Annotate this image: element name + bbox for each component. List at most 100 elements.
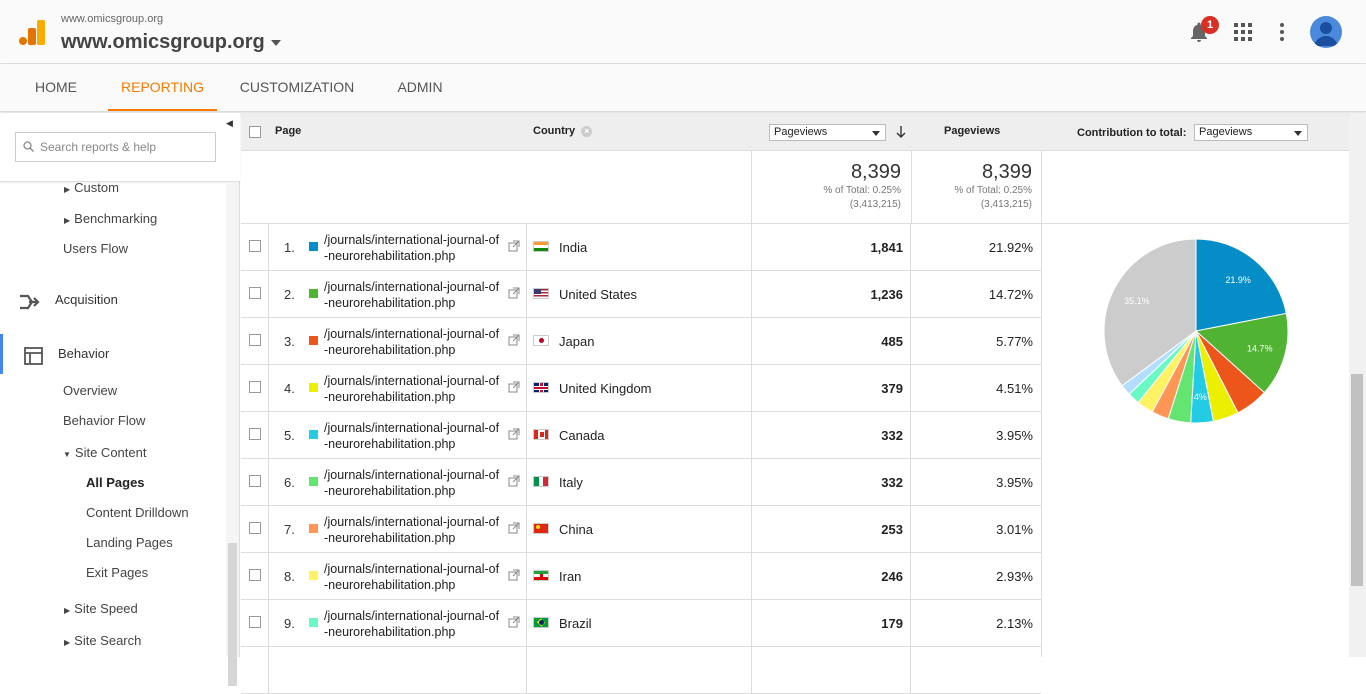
page-link[interactable]: /journals/international-journal-of -neuro… — [324, 279, 499, 311]
contribution-select[interactable]: Pageviews — [1194, 124, 1308, 141]
page-link[interactable]: /journals/international-journal-of -neuro… — [324, 608, 499, 640]
sidebar-item-behavior-flow[interactable]: Behavior Flow — [63, 413, 145, 428]
open-external-icon[interactable] — [508, 475, 520, 487]
column-divider — [751, 600, 752, 646]
column-divider — [268, 318, 269, 364]
pageviews-value: 332 — [881, 428, 903, 443]
search-input[interactable] — [40, 138, 210, 156]
country-link[interactable]: Brazil — [559, 616, 592, 631]
page-link[interactable]: /journals/international-journal-of -neuro… — [324, 326, 499, 358]
tab-home[interactable]: HOME — [20, 64, 92, 111]
column-divider — [526, 600, 527, 646]
property-selector[interactable]: www.omicsgroup.org — [61, 31, 281, 54]
table-row: 5. /journals/international-journal-of -neu… — [241, 412, 1041, 459]
row-checkbox[interactable] — [249, 287, 261, 299]
select-all-checkbox[interactable] — [249, 126, 261, 138]
country-link[interactable]: Iran — [559, 569, 581, 584]
triangle-right-icon: ▶ — [64, 216, 71, 225]
caret-down-icon — [270, 39, 281, 46]
main-nav: HOME REPORTING CUSTOMIZATION ADMIN — [0, 64, 1366, 112]
page-link[interactable]: /journals/international-journal-of -neuro… — [324, 467, 499, 499]
open-external-icon[interactable] — [508, 428, 520, 440]
country-link[interactable]: Japan — [559, 334, 594, 349]
column-page[interactable]: Page — [275, 125, 301, 137]
pie-slice-label: 21.9% — [1225, 275, 1251, 285]
row-checkbox[interactable] — [249, 475, 261, 487]
tab-reporting[interactable]: REPORTING — [108, 64, 217, 111]
open-external-icon[interactable] — [508, 240, 520, 252]
row-checkbox[interactable] — [249, 334, 261, 346]
notification-badge: 1 — [1201, 16, 1219, 34]
tab-admin[interactable]: ADMIN — [384, 64, 456, 111]
column-divider — [268, 224, 269, 270]
sidebar-item-exit-pages[interactable]: Exit Pages — [86, 565, 148, 580]
country-link[interactable]: United Kingdom — [559, 381, 652, 396]
table-row: 8. /journals/international-journal-of -neu… — [241, 553, 1041, 600]
country-link[interactable]: China — [559, 522, 593, 537]
sidebar-item-benchmarking[interactable]: ▶ Benchmarking — [64, 211, 157, 226]
sidebar-item-site-search[interactable]: ▶ Site Search — [64, 633, 141, 648]
column-divider — [526, 506, 527, 552]
page-link[interactable]: /journals/international-journal-of -neuro… — [324, 514, 499, 546]
page-link[interactable]: /journals/international-journal-of -neuro… — [324, 232, 499, 264]
page-link[interactable]: /journals/international-journal-of -neuro… — [324, 561, 499, 593]
account-avatar-icon[interactable] — [1310, 16, 1342, 48]
country-link[interactable]: India — [559, 240, 587, 255]
sidebar-item-content-drilldown[interactable]: Content Drilldown — [86, 505, 189, 520]
column-divider — [910, 647, 911, 693]
row-checkbox[interactable] — [249, 616, 261, 628]
column-divider — [268, 412, 269, 458]
pie-slice-label: 14.7% — [1247, 344, 1273, 354]
main-scrollbar-thumb[interactable] — [1351, 374, 1363, 586]
page-link[interactable]: /journals/international-journal-of -neuro… — [324, 373, 499, 405]
open-external-icon[interactable] — [508, 287, 520, 299]
sidebar-item-custom[interactable]: ▶ Custom — [64, 180, 119, 195]
contribution-percent: 21.92% — [988, 240, 1033, 255]
open-external-icon[interactable] — [508, 522, 520, 534]
country-link[interactable]: United States — [559, 287, 637, 302]
sidebar-item-all-pages[interactable]: All Pages — [86, 475, 145, 490]
open-external-icon[interactable] — [508, 569, 520, 581]
row-checkbox[interactable] — [249, 569, 261, 581]
pageviews-value: 179 — [881, 616, 903, 631]
remove-dimension-icon[interactable]: × — [581, 126, 593, 137]
analytics-logo-icon[interactable] — [18, 18, 46, 46]
sidebar-item-overview[interactable]: Overview — [63, 383, 117, 398]
row-checkbox[interactable] — [249, 240, 261, 252]
row-checkbox[interactable] — [249, 381, 261, 393]
table-row: 9. /journals/international-journal-of -neu… — [241, 600, 1041, 647]
row-checkbox[interactable] — [249, 428, 261, 440]
sidebar-item-site-speed[interactable]: ▶ Site Speed — [64, 601, 138, 616]
row-index: 2. — [284, 287, 295, 302]
sidebar-item-users-flow[interactable]: Users Flow — [63, 241, 128, 256]
column-divider — [526, 271, 527, 317]
country-link[interactable]: Canada — [559, 428, 605, 443]
open-external-icon[interactable] — [508, 616, 520, 628]
sidebar-scrollbar-thumb[interactable] — [228, 543, 237, 686]
sidebar-item-landing-pages[interactable]: Landing Pages — [86, 535, 173, 550]
collapse-sidebar-icon[interactable]: ◀ — [226, 118, 238, 130]
row-index: 1. — [284, 240, 295, 255]
row-checkbox[interactable] — [249, 522, 261, 534]
more-vert-icon[interactable] — [1270, 20, 1294, 44]
column-divider — [751, 318, 752, 364]
search-box[interactable] — [15, 132, 216, 162]
open-external-icon[interactable] — [508, 381, 520, 393]
apps-grid-icon[interactable] — [1231, 20, 1255, 44]
country-flag-icon — [533, 523, 549, 534]
sort-arrow-down-icon[interactable] — [896, 125, 906, 139]
column-pageviews[interactable]: Pageviews — [944, 125, 1000, 137]
metric-select[interactable]: Pageviews — [769, 124, 886, 141]
tab-customization[interactable]: CUSTOMIZATION — [232, 64, 362, 111]
row-color-swatch — [309, 571, 318, 580]
sidebar-item-site-content[interactable]: ▼ Site Content — [63, 445, 146, 460]
sidebar-section-behavior[interactable]: Behavior — [0, 334, 226, 374]
country-link[interactable]: Italy — [559, 475, 583, 490]
contribution-percent: 4.51% — [996, 381, 1033, 396]
column-country[interactable]: Country × — [533, 125, 593, 137]
column-divider — [751, 647, 752, 693]
sidebar-section-acquisition[interactable]: Acquisition — [0, 280, 226, 320]
page-link[interactable]: /journals/international-journal-of -neuro… — [324, 420, 499, 452]
open-external-icon[interactable] — [508, 334, 520, 346]
pageviews-value: 485 — [881, 334, 903, 349]
